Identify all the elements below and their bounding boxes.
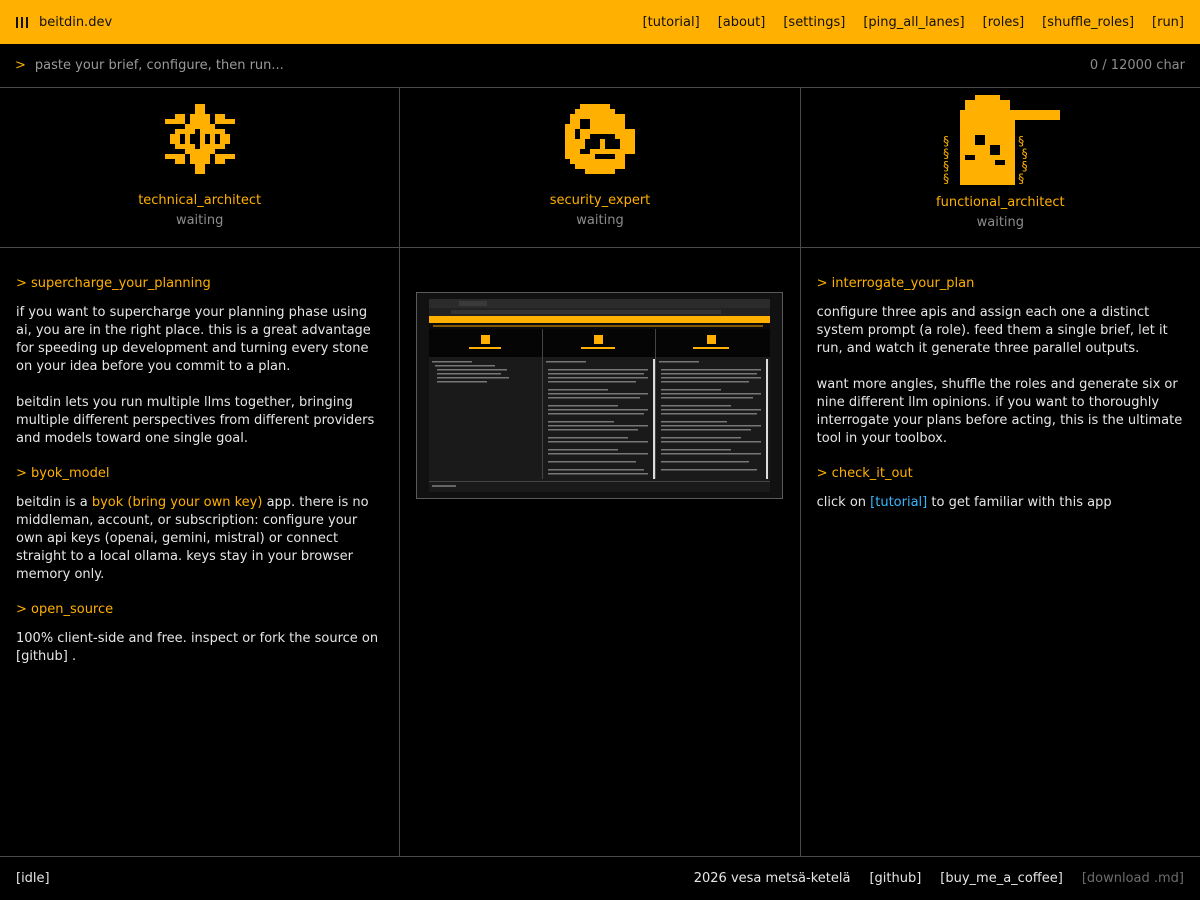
prompt-row: > 0 / 12000 char xyxy=(0,44,1200,88)
tutorial-link[interactable]: [tutorial] xyxy=(870,495,927,510)
info-column-left: > supercharge_your_planning if you want … xyxy=(0,248,401,856)
nav-ping-all-lanes[interactable]: [ping_all_lanes] xyxy=(863,15,964,30)
paragraph: beitdin is a byok (bring your own key) a… xyxy=(16,494,383,584)
menu-icon[interactable] xyxy=(16,16,28,28)
agent-status: waiting xyxy=(175,213,224,228)
svg-text:§: § xyxy=(943,172,950,186)
nav-settings[interactable]: [settings] xyxy=(783,15,845,30)
text: to get familiar with this app xyxy=(927,495,1112,510)
agent-functional-architect[interactable]: § § § § § § § § functional_architect wai… xyxy=(801,88,1200,247)
agent-name: technical_architect xyxy=(138,193,262,208)
section-heading: > interrogate_your_plan xyxy=(816,276,975,291)
app-screenshot-preview xyxy=(416,292,784,499)
paragraph: beitdin lets you run multiple llms toget… xyxy=(16,395,375,446)
section-heading: > supercharge_your_planning xyxy=(16,276,211,291)
building-icon: § § § § § § § § xyxy=(943,95,1061,186)
paragraph: if you want to supercharge your planning… xyxy=(16,305,371,374)
preview-column xyxy=(400,248,801,856)
nav-shuffle-roles[interactable]: [shuffle_roles] xyxy=(1042,15,1134,30)
top-bar: beitdin.dev [tutorial] [about] [settings… xyxy=(0,0,1200,44)
top-nav: [tutorial] [about] [settings] [ping_all_… xyxy=(643,15,1184,30)
agents-row: technical_architect waiting security_exp… xyxy=(0,88,1200,248)
nav-run[interactable]: [run] xyxy=(1152,15,1184,30)
agent-technical-architect[interactable]: technical_architect waiting xyxy=(0,88,401,247)
section-heading: > check_it_out xyxy=(816,466,913,481)
nav-tutorial[interactable]: [tutorial] xyxy=(643,15,700,30)
text: 100% client-side and free. inspect or fo… xyxy=(16,631,379,646)
nav-roles[interactable]: [roles] xyxy=(983,15,1025,30)
buy-me-a-coffee-link[interactable]: [buy_me_a_coffee] xyxy=(940,871,1063,886)
section-heading: > open_source xyxy=(16,602,114,617)
content-area: > supercharge_your_planning if you want … xyxy=(0,248,1200,856)
app-title[interactable]: beitdin.dev xyxy=(39,15,112,30)
byok-highlight: byok (bring your own key) xyxy=(91,495,263,510)
section-heading: > byok_model xyxy=(16,466,110,481)
paragraph: click on [tutorial] to get familiar with… xyxy=(817,494,1184,512)
status-indicator: [idle] xyxy=(16,871,50,886)
agent-name: functional_architect xyxy=(936,195,1065,210)
nav-about[interactable]: [about] xyxy=(718,15,766,30)
copyright: 2026 vesa metsä-ketelä xyxy=(693,871,851,886)
brief-input[interactable] xyxy=(34,58,1090,73)
footer-links: 2026 vesa metsä-ketelä [github] [buy_me_… xyxy=(694,871,1184,886)
agent-security-expert[interactable]: security_expert waiting xyxy=(400,88,801,247)
github-link[interactable]: [github] xyxy=(16,649,68,664)
gear-icon xyxy=(164,104,235,174)
char-counter: 0 / 12000 char xyxy=(1089,58,1185,73)
agent-status: waiting xyxy=(576,213,624,228)
info-column-right: > interrogate_your_plan configure three … xyxy=(801,248,1200,856)
text: . xyxy=(67,649,77,664)
download-md-button[interactable]: [download .md] xyxy=(1082,871,1184,886)
text: click on xyxy=(816,495,871,510)
paragraph: 100% client-side and free. inspect or fo… xyxy=(16,630,383,666)
footer: [idle] 2026 vesa metsä-ketelä [github] [… xyxy=(0,856,1200,900)
lock-icon xyxy=(564,104,635,174)
agent-status: waiting xyxy=(976,215,1025,230)
prompt-caret: > xyxy=(15,58,26,73)
brand: beitdin.dev xyxy=(16,15,112,30)
paragraph: configure three apis and assign each one… xyxy=(816,305,1168,356)
text: beitdin is a xyxy=(16,495,92,510)
agent-name: security_expert xyxy=(549,193,651,208)
screenshot-image xyxy=(429,299,771,492)
svg-text:§: § xyxy=(1018,172,1025,186)
footer-github-link[interactable]: [github] xyxy=(869,871,921,886)
paragraph: want more angles, shuffle the roles and … xyxy=(816,377,1183,446)
